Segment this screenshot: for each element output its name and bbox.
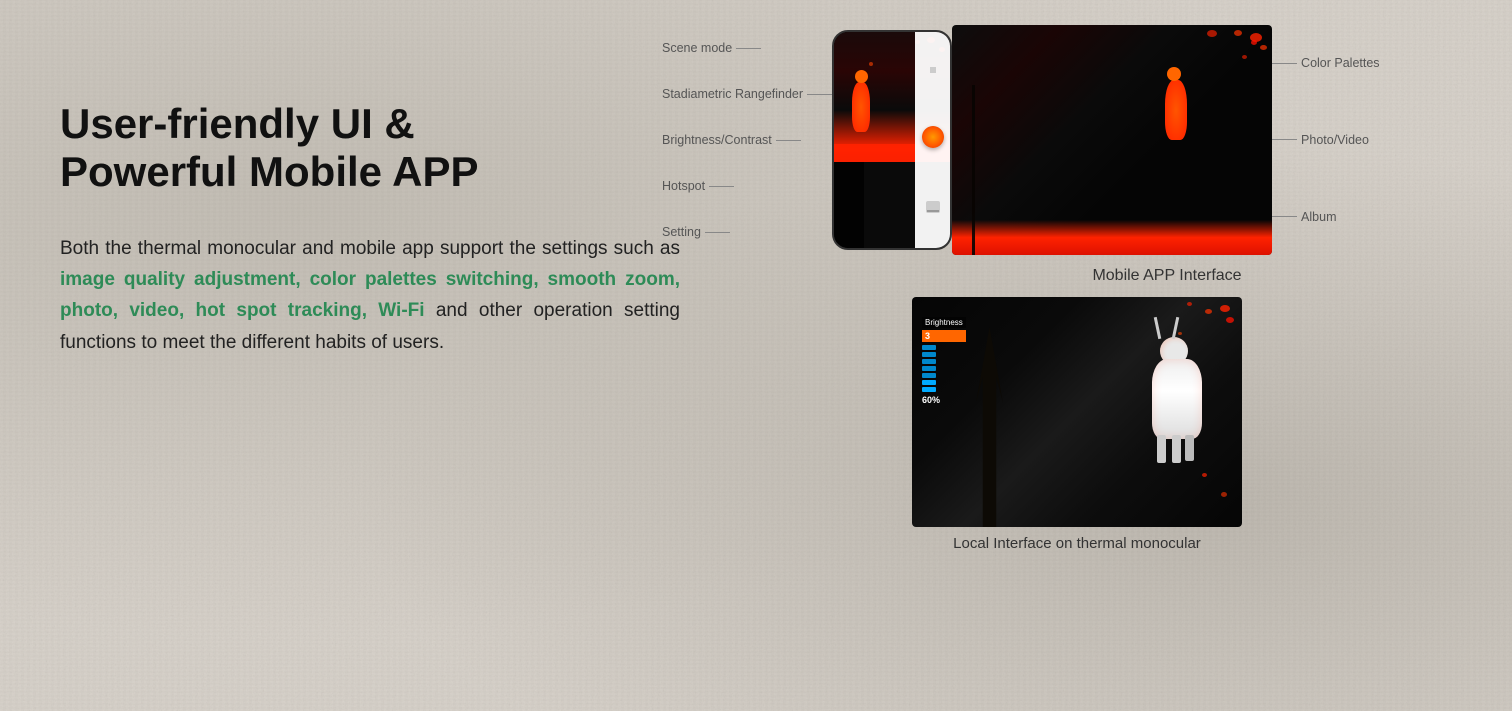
top-caption: Mobile APP Interface <box>1092 267 1241 285</box>
brightness-seg-3 <box>922 359 936 364</box>
deer-leg-fr <box>1172 435 1181 463</box>
tree-trunk <box>972 85 975 255</box>
scene-mode-line <box>736 48 761 49</box>
bottom-hotspot-4 <box>1226 317 1234 323</box>
left-labels-container: Scene mode Stadiametric Rangefinder Brig… <box>662 25 832 255</box>
color-palettes-label-item: Color Palettes <box>1272 56 1380 70</box>
stadiametric-line <box>807 94 832 95</box>
photo-video-icon <box>922 126 944 148</box>
hotspot-4 <box>869 62 873 66</box>
bottom-hotspot-5 <box>1221 492 1227 497</box>
cam-hotspot-4 <box>1207 30 1217 37</box>
scene-mode-label-item: Scene mode <box>662 41 832 55</box>
bottom-hotspot-6 <box>1202 473 1207 477</box>
phone-right-panel <box>915 32 950 248</box>
album-label: Album <box>1301 210 1336 224</box>
brightness-seg-2 <box>922 352 936 357</box>
bottom-caption: Local Interface on thermal monocular <box>953 535 1201 552</box>
brightness-seg-1 <box>922 345 936 350</box>
body-text: Both the thermal monocular and mobile ap… <box>60 233 680 358</box>
body-intro: Both the thermal monocular and mobile ap… <box>60 238 680 259</box>
deer-antler-right <box>1172 317 1180 339</box>
brightness-seg-6 <box>922 380 936 385</box>
album-line <box>1272 216 1297 217</box>
bottom-hotspot-2 <box>1205 309 1212 314</box>
bottom-hotspot-7 <box>1178 332 1182 335</box>
bottom-hotspot-1 <box>1220 305 1230 312</box>
cam-figure-head <box>1167 67 1181 81</box>
brightness-seg-4 <box>922 366 936 371</box>
brightness-seg-5 <box>922 373 936 378</box>
color-palettes-label: Color Palettes <box>1301 56 1380 70</box>
left-section: User-friendly UI & Powerful Mobile APP B… <box>60 100 680 358</box>
tree-silhouette <box>967 327 1012 527</box>
photo-video-label: Photo/Video <box>1301 133 1369 147</box>
brightness-number: 3 <box>922 330 966 342</box>
hotspot-label-item: Hotspot <box>662 179 832 193</box>
photo-video-line <box>1272 139 1297 140</box>
cam-hotspot-5 <box>1260 45 1267 50</box>
main-heading: User-friendly UI & Powerful Mobile APP <box>60 100 680 197</box>
brightness-contrast-line <box>776 140 801 141</box>
brightness-segments <box>922 345 966 392</box>
right-section: Scene mode Stadiametric Rangefinder Brig… <box>662 25 1492 552</box>
cam-walking-figure <box>1165 80 1187 140</box>
bottom-center: Brightness 3 60% <box>912 297 1242 552</box>
brightness-bar: Brightness 3 60% <box>922 317 966 405</box>
deer-leg-rl <box>1185 435 1194 461</box>
scene-mode-label: Scene mode <box>662 41 732 55</box>
brightness-contrast-label-item: Brightness/Contrast <box>662 133 832 147</box>
heading-line1: User-friendly UI & <box>60 100 415 147</box>
right-labels-container: Color Palettes Photo/Video Album <box>1272 25 1380 255</box>
deer-leg-fl <box>1157 435 1166 463</box>
cam-hotspot-6 <box>1242 55 1247 59</box>
hotspot-label: Hotspot <box>662 179 705 193</box>
color-palettes-dot <box>930 67 936 73</box>
phone-mockup: 66 77 88 99 1010 <box>832 30 952 250</box>
phone-screen: 66 77 88 99 1010 <box>834 32 950 248</box>
bottom-hotspot-3 <box>1187 302 1192 306</box>
brightness-percent: 60% <box>922 395 966 405</box>
deer-antler-left <box>1154 317 1162 339</box>
cam-hotspot-3 <box>1251 40 1257 45</box>
top-interface-row: Scene mode Stadiametric Rangefinder Brig… <box>662 25 1492 255</box>
thermal-bottom-image: Brightness 3 60% <box>912 297 1242 527</box>
thermal-camera-image <box>952 25 1272 255</box>
photo-video-label-item: Photo/Video <box>1272 133 1380 147</box>
brightness-contrast-label: Brightness/Contrast <box>662 133 772 147</box>
top-caption-row: Mobile APP Interface <box>842 261 1492 285</box>
album-label-item: Album <box>1272 210 1380 224</box>
cam-hotspot-2 <box>1234 30 1242 36</box>
hotspot-line <box>709 186 734 187</box>
phone-walking-figure <box>852 82 870 132</box>
heading-line2: Powerful Mobile APP <box>60 148 478 195</box>
stadiametric-label: Stadiametric Rangefinder <box>662 87 803 101</box>
stadiametric-label-item: Stadiametric Rangefinder <box>662 87 832 101</box>
cam-red-bar <box>952 220 1272 255</box>
bottom-interface-row: Brightness 3 60% <box>662 297 1492 552</box>
color-palettes-line <box>1272 63 1297 64</box>
deer-body <box>1152 359 1202 439</box>
setting-label: Setting <box>662 225 701 239</box>
brightness-label: Brightness <box>922 317 966 328</box>
setting-label-item: Setting <box>662 225 832 239</box>
album-icon <box>926 201 940 213</box>
brightness-seg-7 <box>922 387 936 392</box>
setting-line <box>705 232 730 233</box>
